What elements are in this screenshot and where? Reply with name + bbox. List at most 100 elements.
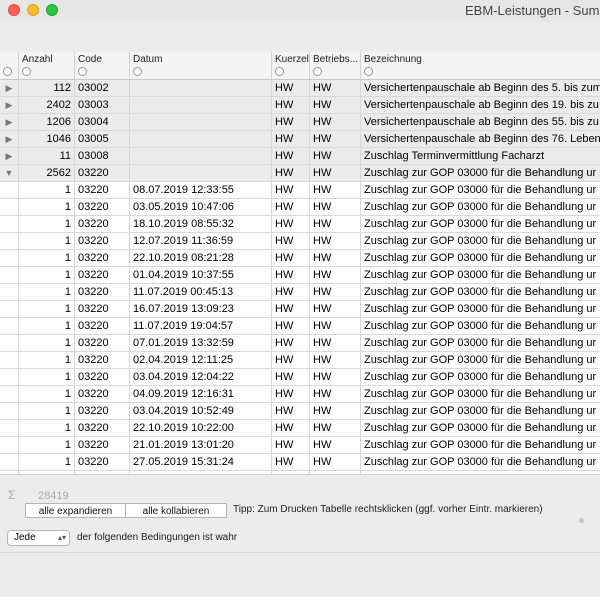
filter-circle-icon[interactable] — [275, 67, 284, 76]
cell-kuerzel: HW — [272, 318, 310, 334]
close-window-button[interactable] — [8, 4, 20, 16]
column-label-datum: Datum — [133, 54, 163, 65]
cell-code: 03220 — [75, 233, 130, 249]
toolbar — [0, 22, 600, 52]
cell-anzahl: 1206 — [19, 114, 75, 130]
group-row[interactable]: ▶ 2402 03003 HW HW Versichertenpauschale ab B… — [0, 97, 600, 114]
table-row[interactable]: 1 03220 03.05.2019 10:47:06 HW HW Zuschlag zu… — [0, 199, 600, 216]
cell-code: 03220 — [75, 352, 130, 368]
cell-datum: 22.10.2019 10:22:00 — [130, 420, 272, 436]
cell-kuerzel: HW — [272, 301, 310, 317]
cell-kuerzel: HW — [272, 403, 310, 419]
cell-betrieb: HW — [310, 352, 361, 368]
disclosure-right-icon[interactable]: ▶ — [0, 80, 19, 96]
sum-total: 28419 — [38, 490, 69, 502]
column-header-datum[interactable]: Datum — [130, 52, 272, 79]
disclosure-down-icon[interactable]: ▼ — [0, 165, 19, 181]
group-row[interactable]: ▼ 2562 03220 HW HW Zuschlag zur GOP 03000 für… — [0, 165, 600, 182]
cell-betrieb: HW — [310, 335, 361, 351]
filter-circle-icon[interactable] — [133, 67, 142, 76]
table-row[interactable]: 1 03220 16.07.2019 13:09:23 HW HW Zuschlag zu… — [0, 301, 600, 318]
cell-anzahl: 1 — [19, 437, 75, 453]
table-row[interactable]: 1 03220 02.04.2019 12:11:25 HW HW Zuschlag zu… — [0, 352, 600, 369]
row-indent — [0, 182, 19, 198]
table-row[interactable]: 1 03220 11.07.2019 00:45:13 HW HW Zuschlag zu… — [0, 284, 600, 301]
column-header-toggle[interactable] — [0, 52, 19, 79]
expand-all-button[interactable]: alle expandieren — [25, 503, 126, 518]
cell-datum — [130, 165, 272, 181]
cell-code: 03220 — [75, 454, 130, 470]
cell-bezeichnung: Zuschlag zur GOP 03000 für die Behandlun… — [364, 184, 597, 196]
cell-kuerzel: HW — [272, 369, 310, 385]
collapse-all-button[interactable]: alle kollabieren — [125, 503, 227, 518]
table-row[interactable]: 1 03220 21.01.2019 13:01:20 HW HW Zuschlag zu… — [0, 437, 600, 454]
column-header-code[interactable]: Code — [75, 52, 130, 79]
resize-handle-icon[interactable] — [579, 518, 584, 523]
cell-code: 03220 — [75, 335, 130, 351]
cell-anzahl: 1 — [19, 216, 75, 232]
table-row[interactable]: 1 03220 11.07.2019 19:04:57 HW HW Zuschlag zu… — [0, 318, 600, 335]
column-header-bezeichnung[interactable]: Bezeichnung — [361, 52, 600, 79]
cell-code: 03220 — [75, 420, 130, 436]
filter-circle-icon[interactable] — [78, 67, 87, 76]
zoom-window-button[interactable] — [46, 4, 58, 16]
column-header-betrieb[interactable]: Betriebs... — [310, 52, 361, 79]
cell-bezeichnung: Zuschlag zur GOP 03000 für die Behandlun… — [364, 422, 597, 434]
table-row[interactable]: 1 03220 01.04.2019 10:37:55 HW HW Zuschlag zu… — [0, 267, 600, 284]
cell-betrieb: HW — [310, 97, 361, 113]
table-row[interactable]: 1 03220 04.09.2019 12:16:31 HW HW Zuschlag zu… — [0, 386, 600, 403]
group-row[interactable]: ▶ 11 03008 HW HW Zuschlag Terminvermittlung F… — [0, 148, 600, 165]
cell-bezeichnung: Zuschlag zur GOP 03000 für die Behandlun… — [364, 439, 597, 451]
disclosure-right-icon[interactable]: ▶ — [0, 131, 19, 147]
cell-datum: 11.07.2019 00:45:13 — [130, 284, 272, 300]
column-label-anzahl: Anzahl — [22, 54, 53, 65]
filter-circle-icon[interactable] — [364, 67, 373, 76]
cell-datum — [130, 97, 272, 113]
table-row[interactable]: 1 03220 22.10.2019 10:22:00 HW HW Zuschlag zu… — [0, 420, 600, 437]
cell-datum: 18.10.2019 08:55:32 — [130, 216, 272, 232]
minimize-window-button[interactable] — [27, 4, 39, 16]
cell-anzahl: 1 — [19, 233, 75, 249]
table-row[interactable]: 1 03220 27.05.2019 15:31:24 HW HW Zuschlag zu… — [0, 454, 600, 471]
condition-mode-select[interactable]: Jede ▴▾ — [7, 530, 70, 546]
table-row[interactable]: 1 03220 08.07.2019 12:33:55 HW HW Zuschlag zu… — [0, 182, 600, 199]
group-row[interactable]: ▶ 112 03002 HW HW Versichertenpauschale ab Be… — [0, 80, 600, 97]
cell-code: 03220 — [75, 216, 130, 232]
disclosure-right-icon[interactable]: ▶ — [0, 114, 19, 130]
row-indent — [0, 403, 19, 419]
cell-code: 03220 — [75, 182, 130, 198]
cell-bezeichnung: Zuschlag zur GOP 03000 für die Behandlun… — [364, 167, 597, 179]
filter-circle-icon[interactable] — [3, 67, 12, 76]
group-row[interactable]: ▶ 1206 03004 HW HW Versichertenpauschale ab B… — [0, 114, 600, 131]
cell-anzahl: 1 — [19, 284, 75, 300]
filter-circle-icon[interactable] — [22, 67, 31, 76]
cell-code: 03004 — [75, 114, 130, 130]
cell-bezeichnung: Zuschlag zur GOP 03000 für die Behandlun… — [364, 320, 597, 332]
cell-datum: 03.05.2019 10:47:06 — [130, 199, 272, 215]
cell-code: 03220 — [75, 165, 130, 181]
sigma-icon: Σ — [8, 488, 16, 502]
column-header-anzahl[interactable]: Anzahl — [19, 52, 75, 79]
cell-kuerzel: HW — [272, 165, 310, 181]
cell-anzahl: 2402 — [19, 97, 75, 113]
cell-kuerzel: HW — [272, 199, 310, 215]
cell-datum: 08.07.2019 12:33:55 — [130, 182, 272, 198]
table-row[interactable]: 1 03220 22.10.2019 08:21:28 HW HW Zuschlag zu… — [0, 250, 600, 267]
table-row[interactable]: 1 03220 18.10.2019 08:55:32 HW HW Zuschlag zu… — [0, 216, 600, 233]
cell-betrieb: HW — [310, 165, 361, 181]
row-indent — [0, 335, 19, 351]
disclosure-right-icon[interactable]: ▶ — [0, 97, 19, 113]
column-header-kuerzel[interactable]: Kuerzel — [272, 52, 310, 79]
table-row[interactable]: 1 03220 12.07.2019 11:36:59 HW HW Zuschlag zu… — [0, 233, 600, 250]
cell-bezeichnung: Versichertenpauschale ab Beginn des 55. … — [364, 116, 599, 128]
table-row[interactable]: 1 03220 03.04.2019 12:04:22 HW HW Zuschlag zu… — [0, 369, 600, 386]
filter-circle-icon[interactable] — [313, 67, 322, 76]
table-row[interactable]: 1 03220 03.04.2019 10:52:49 HW HW Zuschlag zu… — [0, 403, 600, 420]
row-indent — [0, 250, 19, 266]
cell-datum: 04.09.2019 12:16:31 — [130, 386, 272, 402]
group-row[interactable]: ▶ 1046 03005 HW HW Versichertenpauschale ab B… — [0, 131, 600, 148]
table-row[interactable]: 1 03220 07.01.2019 13:32:59 HW HW Zuschlag zu… — [0, 335, 600, 352]
cell-betrieb: HW — [310, 114, 361, 130]
cell-datum: 16.07.2019 13:09:23 — [130, 301, 272, 317]
disclosure-right-icon[interactable]: ▶ — [0, 148, 19, 164]
